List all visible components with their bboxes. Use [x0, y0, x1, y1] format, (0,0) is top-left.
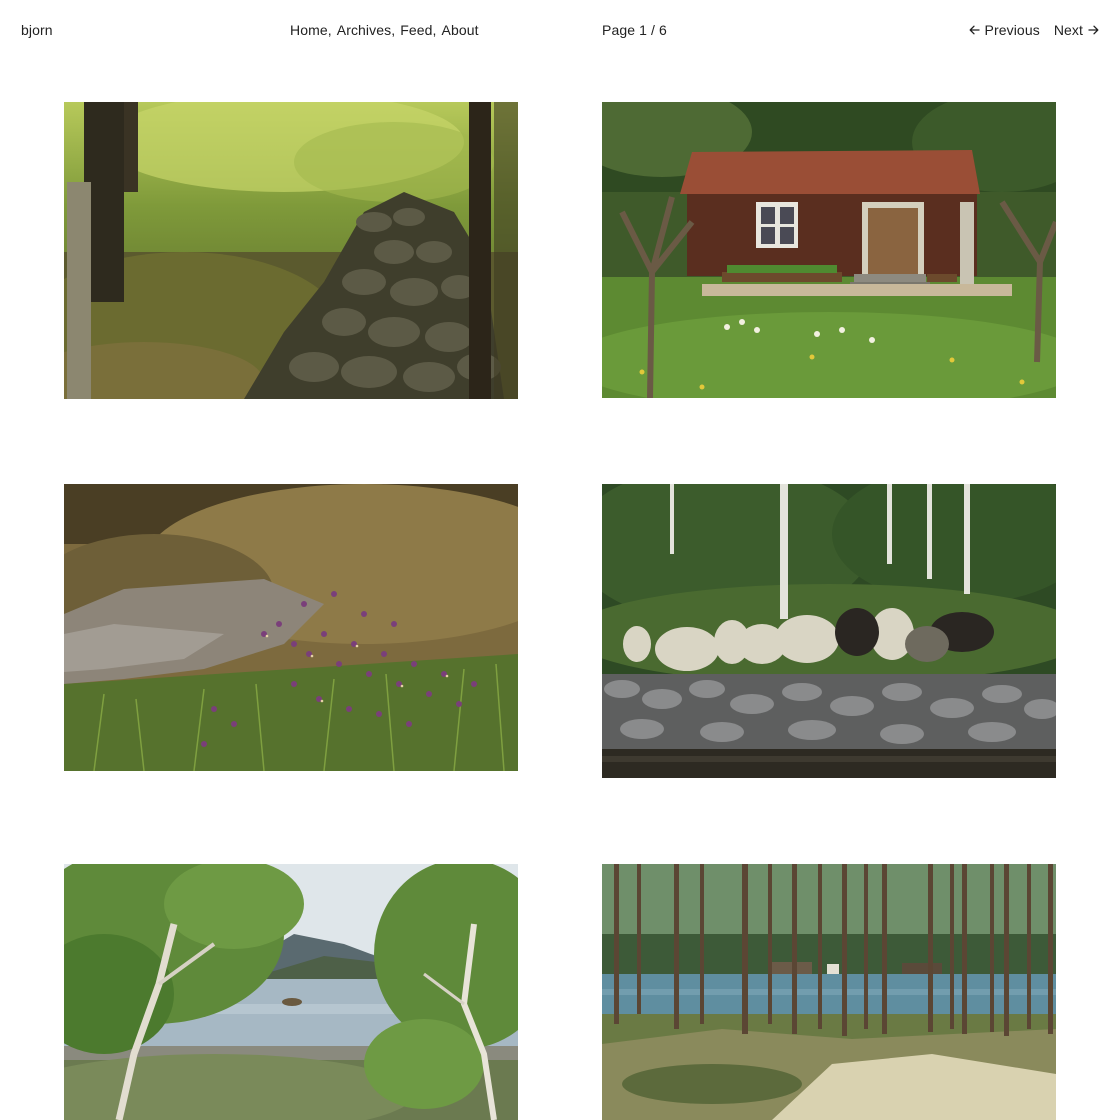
next-page-link[interactable]: Next: [1054, 22, 1099, 38]
page-indicator: Page 1 / 6: [602, 22, 667, 38]
nav-link-feed[interactable]: Feed: [400, 22, 432, 38]
photo-lake-with-birch-trees-image: [64, 864, 518, 1120]
photo-forest-stone-wall[interactable]: [64, 102, 518, 399]
photo-sheep-by-water-image: [602, 484, 1056, 778]
photo-red-wooden-cottage[interactable]: [602, 102, 1056, 398]
nav-link-home[interactable]: Home: [290, 22, 328, 38]
nav-separator: ,: [327, 22, 332, 38]
site-header: bjorn Home , Archives , Feed , About Pag…: [0, 0, 1120, 62]
page: bjorn Home , Archives , Feed , About Pag…: [0, 0, 1120, 1120]
previous-page-link[interactable]: Previous: [969, 22, 1040, 38]
photo-lake-with-birch-trees[interactable]: [64, 864, 518, 1120]
next-label: Next: [1053, 22, 1083, 38]
photo-forest-stone-wall-image: [64, 102, 518, 399]
arrow-right-icon: [1088, 25, 1099, 35]
main-nav: Home , Archives , Feed , About: [290, 22, 479, 38]
photo-pine-forest-shoreline-image: [602, 864, 1056, 1120]
photo-wild-violets-on-rock-image: [64, 484, 518, 771]
photo-wild-violets-on-rock[interactable]: [64, 484, 518, 771]
previous-label: Previous: [984, 22, 1040, 38]
site-title-link[interactable]: bjorn: [21, 22, 53, 38]
nav-separator: ,: [391, 22, 396, 38]
nav-separator: ,: [432, 22, 437, 38]
arrow-left-icon: [969, 25, 980, 35]
photo-red-wooden-cottage-image: [602, 102, 1056, 398]
photo-sheep-by-water[interactable]: [602, 484, 1056, 778]
nav-link-about[interactable]: About: [442, 22, 479, 38]
nav-link-archives[interactable]: Archives: [337, 22, 391, 38]
pagination-links: Previous Next: [969, 22, 1099, 38]
photo-pine-forest-shoreline[interactable]: [602, 864, 1056, 1120]
